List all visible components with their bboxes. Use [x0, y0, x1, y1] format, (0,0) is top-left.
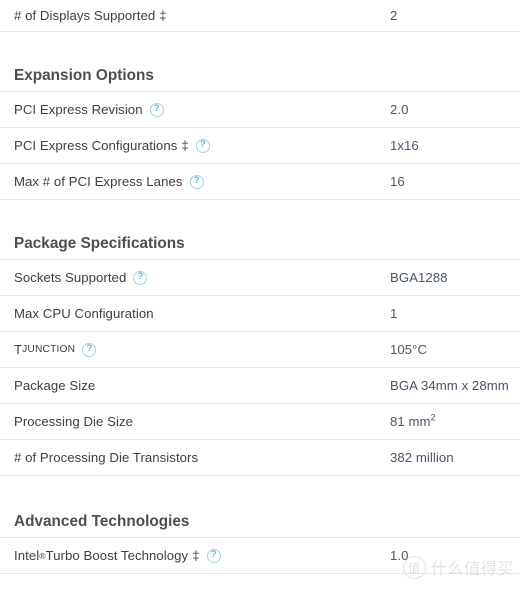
spec-label-text: PCI Express Configurations	[14, 138, 178, 153]
spec-label-text: Intel	[14, 548, 40, 563]
help-icon-glyph: ?	[193, 175, 200, 187]
spec-value: BGA1288	[390, 270, 448, 285]
spec-value: 1.0	[390, 548, 409, 563]
spec-label-text: Package Size	[14, 378, 96, 393]
table-row: Processing Die Size 81 mm2	[0, 404, 520, 440]
help-icon[interactable]: ?	[82, 342, 97, 357]
help-icon[interactable]: ?	[195, 138, 210, 153]
spec-label-text: # of Displays Supported	[14, 8, 156, 23]
table-row: Sockets Supported ? BGA1288	[0, 260, 520, 296]
spec-label: # of Displays Supported ‡	[14, 8, 390, 23]
spec-label: Sockets Supported ?	[14, 270, 390, 285]
section-heading-package-specifications: Package Specifications	[0, 200, 520, 260]
spec-label: Intel ® Turbo Boost Technology ‡ ?	[14, 548, 390, 563]
table-row: Max CPU Configuration 1	[0, 296, 520, 332]
section-heading-advanced-technologies: Advanced Technologies	[0, 476, 520, 538]
table-row: PCI Express Revision ? 2.0	[0, 92, 520, 128]
help-icon-glyph: ?	[86, 343, 92, 355]
spec-value: 1	[390, 306, 398, 321]
help-icon[interactable]: ?	[133, 270, 148, 285]
spec-label-text-suffix: Turbo Boost Technology	[45, 548, 189, 563]
help-icon-glyph: ?	[137, 271, 143, 283]
spec-value-die-size: 81 mm2	[390, 412, 506, 429]
table-row: Intel ® Turbo Boost Technology ‡ ? 1.0	[0, 538, 520, 574]
spec-label: Max CPU Configuration	[14, 306, 390, 321]
spec-label: # of Processing Die Transistors	[14, 450, 390, 465]
spec-label-text: Max CPU Configuration	[14, 306, 154, 321]
table-row: Package Size BGA 34mm x 28mm	[0, 368, 520, 404]
spec-label-text: Max # of PCI Express Lanes	[14, 174, 183, 189]
spec-label: Max # of PCI Express Lanes ?	[14, 174, 390, 189]
superscript-two: 2	[430, 412, 436, 423]
help-icon[interactable]: ?	[189, 174, 204, 189]
spec-value: BGA 34mm x 28mm	[390, 378, 509, 393]
spec-label: PCI Express Revision ?	[14, 102, 390, 117]
help-icon[interactable]: ?	[149, 102, 164, 117]
spec-label: Processing Die Size	[14, 414, 390, 429]
spec-label-text: Processing Die Size	[14, 414, 134, 429]
section-heading-expansion-options: Expansion Options	[0, 32, 520, 92]
spec-label: Package Size	[14, 378, 390, 393]
spec-value: 16	[390, 174, 405, 189]
specification-table: # of Displays Supported ‡ 2 Expansion Op…	[0, 0, 520, 574]
help-icon-glyph: ?	[210, 549, 217, 561]
help-icon-glyph: ?	[153, 103, 160, 115]
double-dagger-icon: ‡	[192, 548, 200, 563]
spec-label-subscript: JUNCTION	[22, 344, 76, 355]
double-dagger-icon: ‡	[181, 138, 189, 153]
die-size-number: 81 mm	[390, 414, 431, 429]
table-row: # of Processing Die Transistors 382 mill…	[0, 440, 520, 476]
spec-label: PCI Express Configurations ‡ ?	[14, 138, 390, 153]
spec-label-text: Sockets Supported	[14, 270, 127, 285]
spec-label-t-junction: T JUNCTION ?	[14, 342, 390, 357]
spec-label-text: T	[14, 342, 23, 357]
double-dagger-icon: ‡	[159, 8, 167, 23]
spec-value: 2	[390, 8, 398, 23]
table-row: PCI Express Configurations ‡ ? 1x16	[0, 128, 520, 164]
spec-value: 2.0	[390, 102, 409, 117]
spec-label-text: # of Processing Die Transistors	[14, 450, 199, 465]
table-row: T JUNCTION ? 105°C	[0, 332, 520, 368]
table-row: Max # of PCI Express Lanes ? 16	[0, 164, 520, 200]
spec-value: 105°C	[390, 342, 428, 357]
help-icon[interactable]: ?	[206, 548, 221, 563]
spec-value: 382 million	[390, 450, 454, 465]
spec-label-text: PCI Express Revision	[14, 102, 143, 117]
spec-value: 1x16	[390, 138, 419, 153]
table-row: # of Displays Supported ‡ 2	[0, 0, 520, 32]
help-icon-glyph: ?	[200, 139, 206, 151]
